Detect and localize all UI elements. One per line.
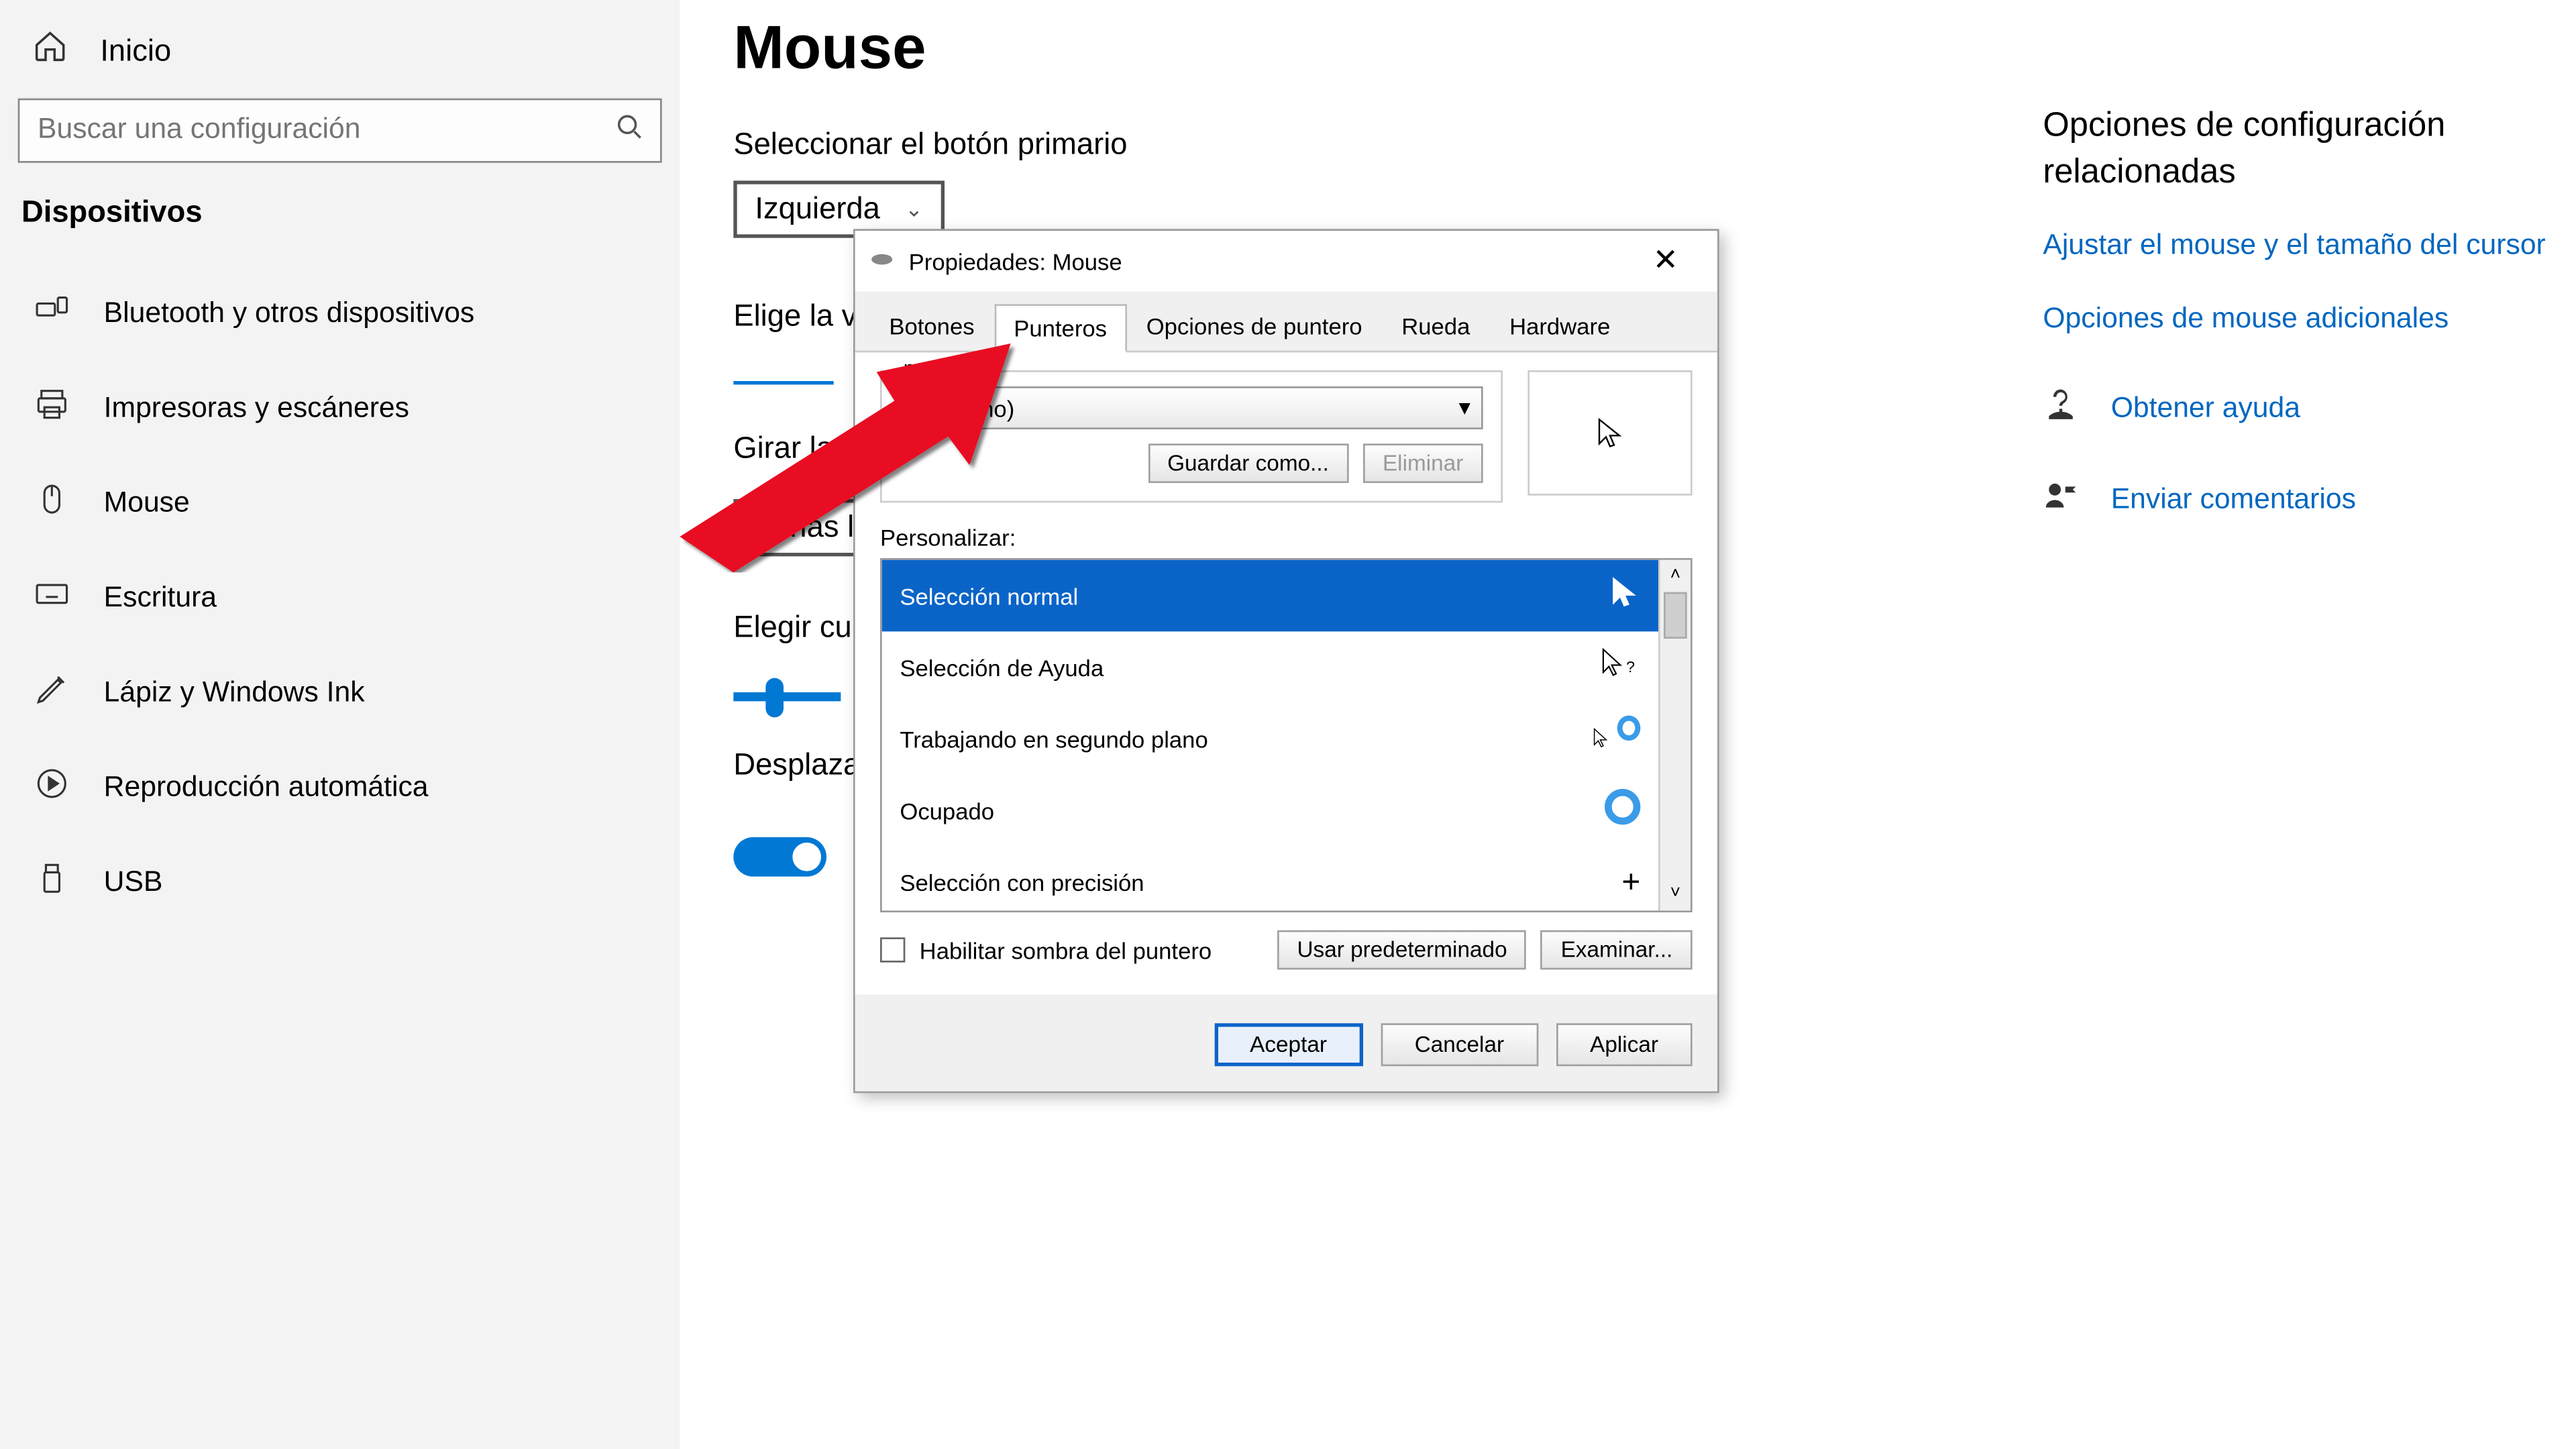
link-additional-mouse[interactable]: Opciones de mouse adicionales — [2043, 300, 2561, 340]
list-item-label: Selección de Ayuda — [900, 654, 1104, 681]
tab-opciones-puntero[interactable]: Opciones de puntero — [1126, 303, 1382, 351]
printer-icon — [32, 386, 72, 431]
customize-label: Personalizar: — [880, 524, 1693, 551]
cursor-normal-icon — [1591, 575, 1641, 616]
dialog-tabs: Botones Punteros Opciones de puntero Rue… — [855, 292, 1717, 353]
sidebar-item-label: Reproducción automática — [104, 772, 429, 804]
dialog-titlebar[interactable]: Propiedades: Mouse ✕ — [855, 231, 1717, 292]
list-item-label: Trabajando en segundo plano — [900, 725, 1208, 752]
usb-icon — [32, 861, 72, 906]
sidebar-item-autoplay[interactable]: Reproducción automática — [0, 741, 680, 835]
sidebar-item-label: Escritura — [104, 582, 217, 614]
browse-button[interactable]: Examinar... — [1541, 930, 1692, 970]
primary-button-label: Seleccionar el botón primario — [733, 127, 2003, 162]
delete-button: Eliminar — [1363, 443, 1483, 483]
scroll-down-button[interactable]: ˅ — [1660, 878, 1690, 910]
search-field[interactable] — [19, 115, 599, 147]
dialog-title: Propiedades: Mouse — [909, 248, 1122, 274]
use-default-button[interactable]: Usar predeterminado — [1277, 930, 1527, 970]
svg-text:?: ? — [1626, 657, 1635, 675]
cursor-help-icon: ? — [1591, 645, 1641, 690]
tab-punteros[interactable]: Punteros — [994, 304, 1126, 352]
list-item-label: Selección con precisión — [900, 869, 1144, 896]
list-item-label: Ocupado — [900, 797, 994, 824]
cursor-precision-icon: + — [1591, 863, 1641, 901]
feedback-link[interactable]: Enviar comentarios — [2111, 484, 2356, 517]
feedback-icon — [2043, 478, 2082, 523]
category-title: Dispositivos — [0, 195, 680, 267]
list-item-label: Selección normal — [900, 582, 1078, 609]
apply-button[interactable]: Aplicar — [1556, 1023, 1692, 1066]
cursor-working-icon — [1591, 724, 1641, 753]
related-title: Opciones de configuración relacionadas — [2043, 104, 2561, 196]
sidebar-item-label: USB — [104, 867, 163, 899]
bluetooth-icon — [32, 292, 72, 337]
shadow-label: Habilitar sombra del puntero — [920, 936, 1212, 963]
sidebar-item-mouse[interactable]: Mouse — [0, 456, 680, 551]
feedback-row[interactable]: Enviar comentarios — [2043, 478, 2561, 523]
list-item[interactable]: Ocupado — [882, 775, 1658, 847]
scheme-select[interactable]: (Ninguno) ▾ — [900, 386, 1483, 429]
speed-indicator — [733, 381, 833, 384]
cursor-busy-icon — [1591, 788, 1641, 833]
chevron-down-icon: ▾ — [1459, 394, 1470, 423]
cursor-preview — [1527, 370, 1692, 496]
scroll-thumb[interactable] — [1664, 592, 1687, 639]
shadow-checkbox[interactable] — [880, 937, 905, 962]
save-as-button[interactable]: Guardar como... — [1148, 443, 1349, 483]
cancel-button[interactable]: Cancelar — [1381, 1023, 1538, 1066]
tab-botones[interactable]: Botones — [869, 303, 994, 351]
dialog-body: ma (Ninguno) ▾ Guardar como... Eliminar … — [855, 351, 1717, 995]
mouse-icon — [32, 481, 72, 526]
scroll-track[interactable] — [1660, 592, 1690, 879]
tab-rueda[interactable]: Rueda — [1382, 303, 1490, 351]
sidebar-item-label: Impresoras y escáneres — [104, 392, 409, 425]
get-help-link[interactable]: Obtener ayuda — [2111, 393, 2300, 425]
list-item[interactable]: Selección con precisión + — [882, 846, 1658, 910]
link-cursor-size[interactable]: Ajustar el mouse y el tamaño del cursor — [2043, 227, 2561, 268]
scheme-value: (Ninguno) — [912, 394, 1014, 421]
page-title: Mouse — [733, 0, 2003, 127]
mouse-dialog-icon — [869, 249, 894, 274]
cursor-listbox[interactable]: Selección normal Selección de Ayuda ? Tr… — [880, 558, 1693, 912]
scheme-legend: ma — [896, 356, 941, 381]
mouse-properties-dialog: Propiedades: Mouse ✕ Botones Punteros Op… — [853, 229, 1719, 1093]
scheme-fieldset: ma (Ninguno) ▾ Guardar como... Eliminar — [880, 370, 1503, 502]
ok-button[interactable]: Aceptar — [1214, 1023, 1363, 1066]
scroll-toggle[interactable] — [733, 837, 826, 877]
home-nav[interactable]: Inicio — [0, 18, 680, 99]
dropdown-value: Varias l — [755, 510, 854, 545]
chevron-down-icon: ⌄ — [905, 197, 923, 221]
autoplay-icon — [32, 765, 72, 810]
sidebar-item-pen[interactable]: Lápiz y Windows Ink — [0, 646, 680, 741]
sidebar-item-printers[interactable]: Impresoras y escáneres — [0, 362, 680, 456]
dropdown-value: Izquierda — [755, 191, 880, 227]
listbox-scrollbar[interactable]: ˄ ˅ — [1658, 560, 1690, 911]
dialog-footer: Aceptar Cancelar Aplicar — [855, 995, 1717, 1091]
keyboard-icon — [32, 576, 72, 621]
tab-hardware[interactable]: Hardware — [1490, 303, 1630, 351]
search-input[interactable] — [18, 99, 662, 163]
sidebar-item-label: Bluetooth y otros dispositivos — [104, 298, 475, 330]
home-label: Inicio — [100, 33, 171, 68]
settings-sidebar: Inicio Dispositivos Bluetooth y otros di… — [0, 0, 680, 1449]
list-item[interactable]: Selección de Ayuda ? — [882, 631, 1658, 703]
pen-icon — [32, 671, 72, 716]
home-icon — [32, 29, 68, 74]
related-settings: Opciones de configuración relacionadas A… — [2043, 104, 2561, 523]
sidebar-item-label: Lápiz y Windows Ink — [104, 677, 365, 709]
list-item[interactable]: Selección normal — [882, 560, 1658, 632]
sidebar-item-label: Mouse — [104, 488, 190, 520]
lines-slider[interactable] — [733, 692, 841, 701]
sidebar-item-typing[interactable]: Escritura — [0, 551, 680, 645]
search-icon — [599, 113, 660, 148]
sidebar-item-bluetooth[interactable]: Bluetooth y otros dispositivos — [0, 266, 680, 361]
scroll-up-button[interactable]: ˄ — [1660, 560, 1690, 592]
sidebar-item-usb[interactable]: USB — [0, 835, 680, 930]
list-item[interactable]: Trabajando en segundo plano — [882, 703, 1658, 775]
get-help-row[interactable]: Obtener ayuda — [2043, 386, 2561, 431]
close-button[interactable]: ✕ — [1628, 244, 1703, 279]
help-icon — [2043, 386, 2082, 431]
